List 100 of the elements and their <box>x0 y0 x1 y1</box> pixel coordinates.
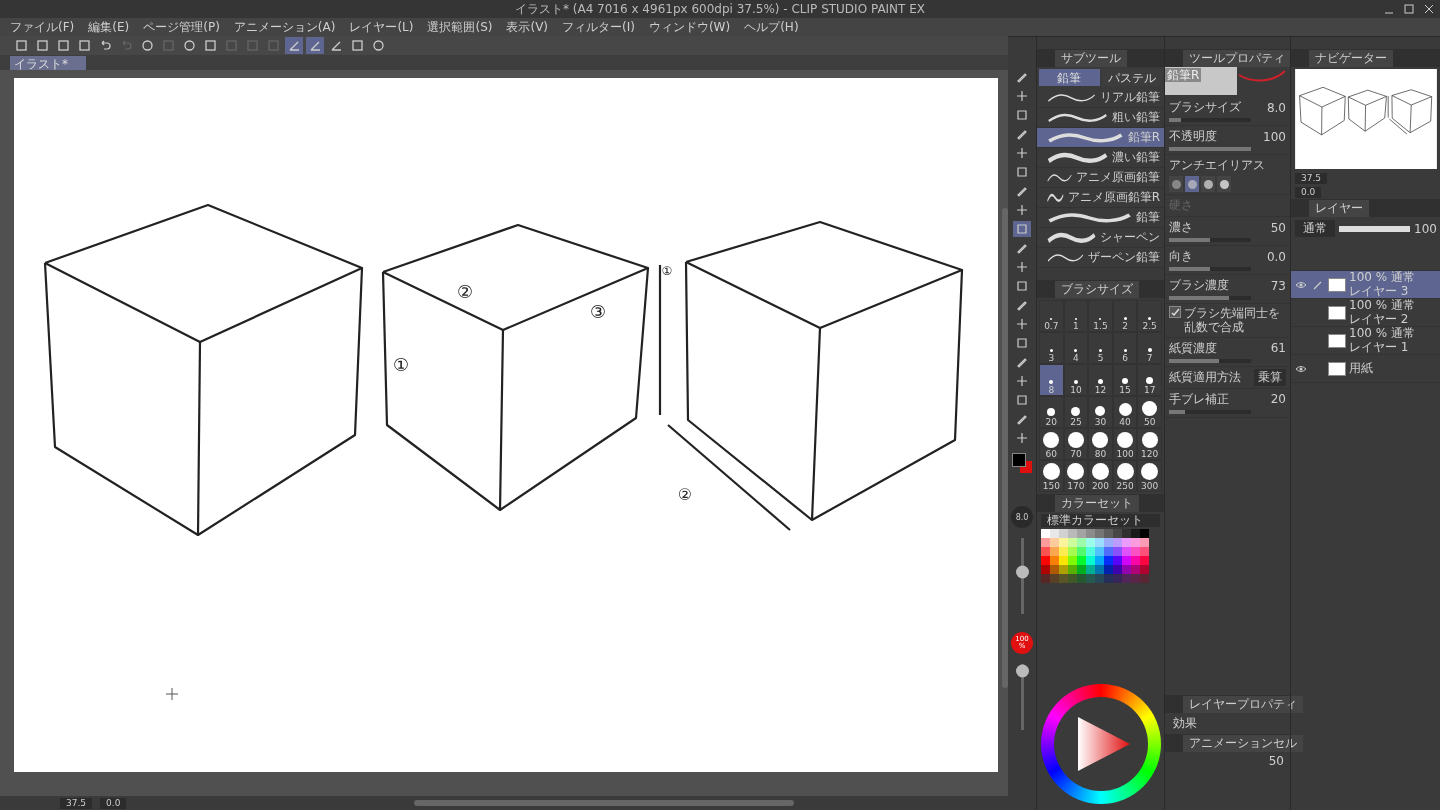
layer-row[interactable]: 100 % 通常 レイヤー 2 <box>1291 299 1440 327</box>
menu-item[interactable]: フィルター(I) <box>562 18 635 36</box>
property-value[interactable]: 100 <box>1263 129 1286 144</box>
menu-item[interactable]: アニメーション(A) <box>233 18 336 36</box>
brush-size-preset[interactable]: 0.7 <box>1039 300 1064 332</box>
menu-item[interactable]: ヘルプ(H) <box>744 18 799 36</box>
brush-size-preset[interactable]: 100 <box>1112 428 1138 460</box>
eye-icon[interactable] <box>1295 364 1307 373</box>
menu-item[interactable]: ウィンドウ(W) <box>648 18 731 36</box>
dropdown[interactable]: 乗算 <box>1254 368 1286 386</box>
property-value[interactable]: 8.0 <box>1266 100 1286 115</box>
brush-item[interactable]: ザーペン鉛筆 <box>1037 248 1164 268</box>
close-icon[interactable] <box>1424 4 1434 14</box>
brush-size-preset[interactable]: 50 <box>1137 396 1162 428</box>
brush-size-preset[interactable]: 25 <box>1063 396 1089 428</box>
pen-icon[interactable] <box>306 37 324 54</box>
property-slider[interactable] <box>1169 147 1251 151</box>
brush-size-preset[interactable]: 200 <box>1088 460 1113 492</box>
brush-size-preset[interactable]: 4 <box>1063 332 1089 364</box>
slider-thumb[interactable] <box>1015 664 1029 678</box>
brush-size-preset[interactable]: 1.5 <box>1088 300 1113 332</box>
brush-size-preset[interactable]: 170 <box>1063 460 1089 492</box>
opacity-value[interactable]: 100 <box>1414 221 1437 236</box>
brush-item[interactable]: 鉛筆R <box>1037 128 1164 148</box>
panel-title[interactable]: アニメーションセル <box>1183 734 1303 752</box>
property-value[interactable]: 0.0 <box>1266 249 1286 264</box>
panel-title[interactable]: ブラシサイズ <box>1055 280 1139 298</box>
brush-size-preset[interactable]: 10 <box>1063 364 1089 396</box>
checkbox[interactable] <box>1169 306 1181 318</box>
property-value[interactable]: 50 <box>1268 754 1284 768</box>
sub-tool-tab[interactable]: 鉛筆 <box>1039 69 1100 86</box>
menu-item[interactable]: 選択範囲(S) <box>427 18 493 36</box>
antialias-option[interactable] <box>1201 176 1215 192</box>
brush-size-preset[interactable]: 20 <box>1039 396 1064 428</box>
property-slider[interactable] <box>1169 358 1251 363</box>
brush-size-preset[interactable]: 300 <box>1137 460 1162 492</box>
antialias-option[interactable] <box>1185 176 1199 192</box>
brush-size-preset[interactable]: 2 <box>1112 300 1138 332</box>
brush-item[interactable]: シャーペン <box>1037 228 1164 248</box>
brush-size-preset[interactable]: 17 <box>1137 364 1162 396</box>
pen-icon[interactable] <box>285 37 303 54</box>
zoom-field[interactable]: 37.5 <box>60 797 93 809</box>
zoom-field[interactable]: 37.5 <box>1295 172 1328 184</box>
antialias-option[interactable] <box>1169 176 1183 192</box>
brush-size-preset[interactable]: 80 <box>1088 428 1113 460</box>
brush-size-preset[interactable]: 250 <box>1112 460 1138 492</box>
layer-row[interactable]: 100 % 通常 レイヤー 1 <box>1291 327 1440 355</box>
canvas-thumbnail[interactable] <box>1295 69 1437 169</box>
document-tab[interactable]: イラスト* <box>10 56 86 70</box>
property-slider[interactable] <box>1169 409 1251 414</box>
property-value[interactable]: 61 <box>1270 341 1286 356</box>
slider-thumb[interactable] <box>1015 565 1029 579</box>
color-set-dropdown[interactable]: 標準カラーセット <box>1041 514 1160 527</box>
menu-item[interactable]: 編集(E) <box>88 18 130 36</box>
brush-item[interactable]: 鉛筆 <box>1037 208 1164 228</box>
maximize-icon[interactable] <box>1404 4 1414 14</box>
horizontal-scrollbar[interactable] <box>414 800 795 806</box>
brush-size-preset[interactable]: 6 <box>1112 332 1138 364</box>
brush-size-preset[interactable]: 30 <box>1088 396 1113 428</box>
panel-title[interactable]: レイヤー <box>1309 199 1369 217</box>
rotation-field[interactable]: 0.0 <box>100 797 127 809</box>
brush-item[interactable]: リアル鉛筆 <box>1037 88 1164 108</box>
brush-size-preset[interactable]: 60 <box>1039 428 1064 460</box>
property-slider[interactable] <box>1169 296 1251 300</box>
brush-size-preset[interactable]: 12 <box>1088 364 1113 396</box>
panel-title[interactable]: カラーセット <box>1055 494 1139 512</box>
vertical-scrollbar[interactable] <box>1002 208 1008 688</box>
brush-size-preset[interactable]: 70 <box>1063 428 1089 460</box>
panel-title[interactable]: ナビゲーター <box>1309 49 1393 67</box>
menu-item[interactable]: ファイル(F) <box>10 18 75 36</box>
menu-item[interactable]: レイヤー(L) <box>349 18 414 36</box>
blend-mode-dropdown[interactable]: 通常 <box>1295 220 1335 237</box>
property-value[interactable]: 73 <box>1270 278 1286 293</box>
brush-size-preset[interactable]: 7 <box>1137 332 1162 364</box>
property-slider[interactable] <box>1169 238 1251 242</box>
brush-size-preset[interactable]: 8 <box>1039 364 1064 396</box>
menu-item[interactable]: 表示(V) <box>506 18 549 36</box>
brush-size-preset[interactable]: 40 <box>1112 396 1138 428</box>
brush-item[interactable]: 濃い鉛筆 <box>1037 148 1164 168</box>
brush-size-preset[interactable]: 150 <box>1039 460 1064 492</box>
property-value[interactable]: 20 <box>1270 392 1286 407</box>
opacity-slider[interactable] <box>1339 225 1411 232</box>
brush-size-preset[interactable]: 15 <box>1112 364 1138 396</box>
eye-icon[interactable] <box>1295 280 1307 289</box>
layer-row[interactable]: 用紙 <box>1291 355 1440 383</box>
panel-title[interactable]: サブツール <box>1055 49 1127 67</box>
property-value[interactable]: 50 <box>1270 220 1286 235</box>
menu-item[interactable]: ページ管理(P) <box>143 18 220 36</box>
main-color-icon[interactable] <box>1012 453 1032 473</box>
panel-title[interactable]: ツールプロパティ <box>1183 49 1291 67</box>
brush-size-preset[interactable]: 2.5 <box>1137 300 1162 332</box>
rotation-field[interactable]: 0.0 <box>1295 186 1322 198</box>
canvas[interactable]: ① ② ③ ① ② <box>14 78 998 772</box>
antialias-option[interactable] <box>1217 176 1231 192</box>
brush-size-preset[interactable]: 3 <box>1039 332 1064 364</box>
brush-size-preset[interactable]: 120 <box>1137 428 1162 460</box>
layer-row[interactable]: 100 % 通常 レイヤー 3 <box>1291 271 1440 299</box>
property-slider[interactable] <box>1169 267 1251 271</box>
brush-size-preset[interactable]: 5 <box>1088 332 1113 364</box>
brush-size-preset[interactable]: 1 <box>1063 300 1089 332</box>
